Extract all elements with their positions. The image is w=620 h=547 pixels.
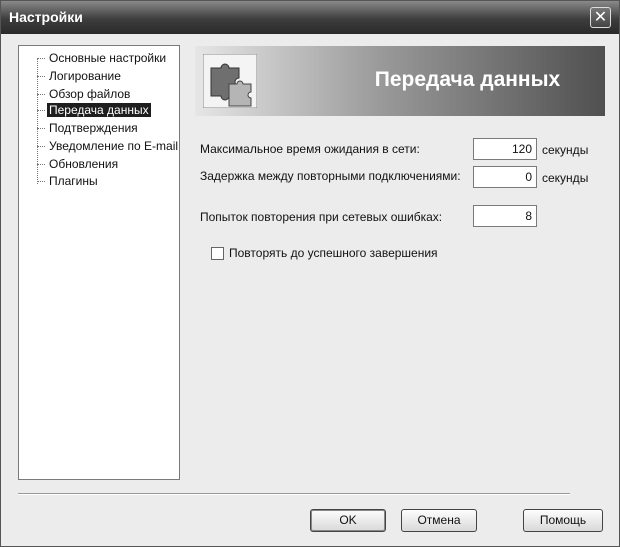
reconnect-delay-label: Задержка между повторными подключениями: — [200, 169, 461, 183]
settings-tree: Основные настройки Логирование Обзор фай… — [18, 45, 180, 480]
ok-button[interactable]: OK — [310, 509, 386, 532]
tree-item-label: Плагины — [49, 174, 98, 188]
timeout-unit: секунды — [542, 143, 589, 157]
help-button[interactable]: Помощь — [523, 509, 603, 532]
tree-item-label: Логирование — [49, 69, 121, 83]
tree-item-label: Уведомление по E-mail — [49, 139, 179, 153]
reconnect-delay-unit: секунды — [542, 171, 589, 185]
reconnect-delay-input[interactable] — [473, 166, 537, 188]
tree-item-confirmations[interactable]: Подтверждения — [37, 120, 140, 136]
tree-item-updates[interactable]: Обновления — [37, 156, 120, 172]
tree-item-data-transfer[interactable]: Передача данных — [37, 102, 151, 118]
footer-divider — [18, 493, 570, 495]
tree-item-label: Обзор файлов — [49, 87, 131, 101]
banner-title: Передача данных — [374, 68, 561, 91]
repeat-until-success-checkbox[interactable] — [211, 247, 224, 260]
close-icon: ✕ — [593, 9, 608, 26]
title-bar[interactable]: Настройки ✕ — [1, 1, 619, 34]
retries-input[interactable] — [473, 205, 537, 227]
tree-item-label: Основные настройки — [49, 51, 167, 65]
tree-item-file-browse[interactable]: Обзор файлов — [37, 86, 132, 102]
timeout-input[interactable] — [473, 138, 537, 160]
tree-item-plugins[interactable]: Плагины — [37, 173, 100, 189]
puzzle-icon — [203, 54, 257, 108]
close-button[interactable]: ✕ — [590, 7, 611, 28]
cancel-button[interactable]: Отмена — [401, 509, 477, 532]
timeout-label: Максимальное время ожидания в сети: — [200, 142, 420, 156]
repeat-until-success-label[interactable]: Повторять до успешного завершения — [229, 246, 438, 260]
window-title: Настройки — [9, 9, 83, 25]
tree-item-label: Подтверждения — [49, 121, 138, 135]
retries-label: Попыток повторения при сетевых ошибках: — [200, 210, 443, 224]
settings-window: Настройки ✕ Основные настройки Логирован… — [0, 0, 620, 547]
tree-item-email-notify[interactable]: Уведомление по E-mail — [37, 138, 180, 154]
tree-item-logging[interactable]: Логирование — [37, 68, 123, 84]
section-banner: Передача данных — [195, 46, 605, 116]
tree-item-general[interactable]: Основные настройки — [37, 50, 168, 66]
tree-item-label: Передача данных — [47, 103, 151, 117]
tree-item-label: Обновления — [49, 157, 119, 171]
